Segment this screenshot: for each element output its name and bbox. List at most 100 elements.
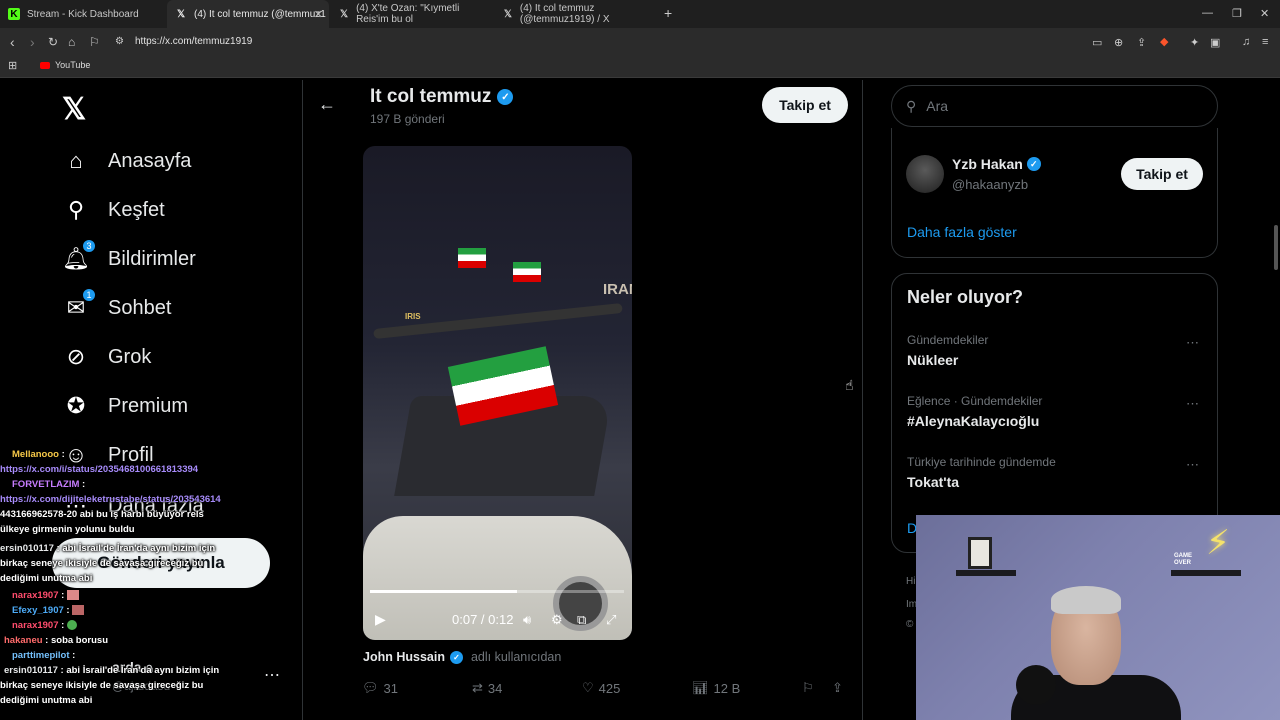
maximize-icon[interactable]: ❐ [1232, 7, 1242, 20]
webcam-overlay: GAME OVER ⚡︎ [916, 515, 1280, 720]
repost-button[interactable]: ⇄ 34 [472, 680, 502, 696]
microphone-image [1016, 665, 1056, 705]
volume-icon[interactable]: 🔊︎ [523, 612, 531, 628]
trend-category: Türkiye tarihinde gündemde [907, 455, 1056, 469]
new-tab-icon[interactable]: + [664, 5, 672, 21]
play-icon[interactable]: ▶ [375, 611, 386, 628]
message-badge: 1 [82, 288, 96, 302]
chat-message: narax1907 : [0, 588, 240, 603]
nav-item-notifications[interactable]: 🔔︎ 3 Bildirimler [62, 239, 196, 277]
settings-icon[interactable]: ⚙ [551, 612, 563, 628]
nav-item-grok[interactable]: ⊘ Grok [62, 339, 152, 375]
trend-name[interactable]: #AleynaKalaycıoğlu [907, 413, 1039, 429]
share-icon[interactable]: ⇪ [832, 680, 843, 696]
post-author[interactable]: John Hussain ✓ adlı kullanıcıdan [363, 650, 561, 664]
nav-label: Grok [108, 345, 152, 368]
profile-name-text: It col temmuz [370, 86, 492, 107]
nav-item-chat[interactable]: ✉ 1 Sohbet [62, 288, 171, 326]
trend-name[interactable]: Nükleer [907, 352, 958, 368]
url-field[interactable]: https://x.com/temmuz1919 [135, 36, 252, 47]
more-icon[interactable]: ⋯ [1186, 335, 1199, 351]
premium-icon: ✪ [66, 393, 86, 418]
trends-title: Neler oluyor? [907, 287, 1024, 307]
notification-badge: 3 [82, 239, 96, 253]
nav-label: Premium [108, 394, 189, 417]
verified-icon: ✓ [1026, 157, 1041, 171]
search-icon: ⚲ [906, 97, 917, 114]
emote-image [72, 605, 85, 616]
tab-x-temmuz[interactable]: 𝕏 (4) It col temmuz (@temmuz1919) / X [495, 0, 657, 28]
view-count: 12 B [713, 680, 741, 696]
show-more-link[interactable]: Daha fazla göster [907, 224, 1017, 240]
suggestion-follow-button[interactable]: Takip et [1121, 158, 1203, 190]
neon-sign-text: GAME OVER [1174, 553, 1192, 566]
views-button[interactable]: 📊︎ 12 B [692, 680, 740, 696]
flag-image [513, 262, 541, 282]
x-icon: 𝕏 [176, 8, 186, 20]
nav-item-home[interactable]: ⌂ Anasayfa [62, 143, 191, 179]
footer-link[interactable]: Hi [906, 576, 915, 587]
suggestion-name[interactable]: Yzb Hakan ✓ [952, 156, 1041, 172]
repost-count: 34 [487, 680, 503, 696]
chat-message: ersin010117 : abi İsrail'de İran'da aynı… [0, 543, 216, 554]
more-icon[interactable]: ⋯ [1186, 396, 1199, 412]
back-icon[interactable]: ‹ [10, 34, 15, 50]
tab-x-profile[interactable]: 𝕏 (4) It col temmuz (@temmuz1 ✕ [167, 0, 329, 28]
suggestion-handle: @hakaanyzb [952, 177, 1029, 192]
tab-title: (4) It col temmuz (@temmuz1919) / X [519, 3, 610, 25]
bookmark-icon[interactable]: ⚐ [802, 680, 814, 696]
chat-message: https://x.com/i/status/20354681006618133… [0, 464, 199, 475]
reload-icon[interactable]: ↻ [48, 35, 58, 49]
reply-button[interactable]: 💬︎ 31 [362, 680, 398, 696]
close-icon[interactable]: ✕ [314, 8, 323, 21]
more-icon[interactable]: ⋯ [1186, 457, 1199, 473]
scrollbar[interactable] [1274, 225, 1278, 270]
follow-button[interactable]: Takip et [762, 87, 848, 123]
site-info-icon[interactable]: ⚙ [115, 36, 124, 47]
avatar[interactable] [906, 155, 944, 193]
zoom-icon[interactable]: ⊕ [1114, 36, 1123, 49]
cast-icon[interactable]: ▭ [1092, 36, 1102, 49]
nav-item-premium[interactable]: ✪ Premium [62, 388, 188, 424]
more-icon[interactable]: ⋯ [264, 665, 280, 685]
brave-shield-icon[interactable]: ◆ [1160, 35, 1168, 48]
trend-category: Gündemdekiler [907, 333, 989, 347]
like-count: 425 [598, 680, 621, 696]
extensions-icon[interactable]: ✦ [1190, 36, 1199, 49]
nav-label: Keşfet [108, 198, 165, 221]
search-input[interactable]: ⚲ Ara [891, 85, 1218, 127]
share-icon[interactable]: ⇪ [1137, 36, 1146, 49]
missile-image [373, 302, 623, 340]
like-button[interactable]: ♡ 425 [582, 680, 620, 696]
home-icon[interactable]: ⌂ [68, 35, 75, 49]
menu-icon[interactable]: ≡ [1262, 36, 1268, 48]
tab-title: (4) X'te Ozan: "Kıymetli Reis'im bu ol [356, 3, 460, 25]
tab-x-ozan[interactable]: 𝕏 (4) X'te Ozan: "Kıymetli Reis'im bu ol [331, 0, 493, 28]
nav-item-explore[interactable]: ⚲ Keşfet [62, 192, 165, 228]
x-logo[interactable]: 𝕏 [62, 92, 86, 127]
close-window-icon[interactable]: ✕ [1260, 7, 1269, 20]
search-icon: ⚲ [67, 197, 85, 222]
flag-image [458, 248, 486, 268]
pip-icon[interactable]: ⧉ [577, 612, 586, 628]
suggestion-name-text: Yzb Hakan [952, 156, 1023, 172]
video-progress-bar[interactable] [370, 590, 624, 593]
chat-message: https://x.com/dijiteleketrustabe/status/… [0, 494, 221, 505]
apps-icon[interactable]: ⊞ [8, 59, 17, 72]
minimize-icon[interactable]: — [1202, 7, 1213, 19]
bookmark-icon[interactable]: ⚐ [89, 35, 100, 49]
bookmark-youtube[interactable]: YouTube [40, 60, 90, 70]
chat-message: Mellanooo : [12, 449, 65, 460]
video-player[interactable]: IRAN IRIS ▶ 0:07 / 0:12 🔊︎ ⚙ ⧉ ⤢ [363, 146, 632, 640]
streamer-image [1011, 586, 1181, 720]
fullscreen-icon[interactable]: ⤢ [606, 612, 616, 628]
tab-kick[interactable]: K Stream - Kick Dashboard [0, 0, 165, 28]
trend-name[interactable]: Tokat'ta [907, 474, 959, 490]
forward-icon[interactable]: › [30, 34, 35, 50]
chat-message: birkaç seneye ikisiyle de savaşa gireceğ… [0, 558, 204, 569]
media-icon[interactable]: ♫ [1242, 36, 1250, 48]
back-arrow-icon[interactable]: ← [318, 94, 336, 115]
verified-icon: ✓ [497, 89, 514, 105]
tab-title: Stream - Kick Dashboard [27, 8, 139, 20]
sidebar-icon[interactable]: ▣ [1210, 36, 1220, 49]
